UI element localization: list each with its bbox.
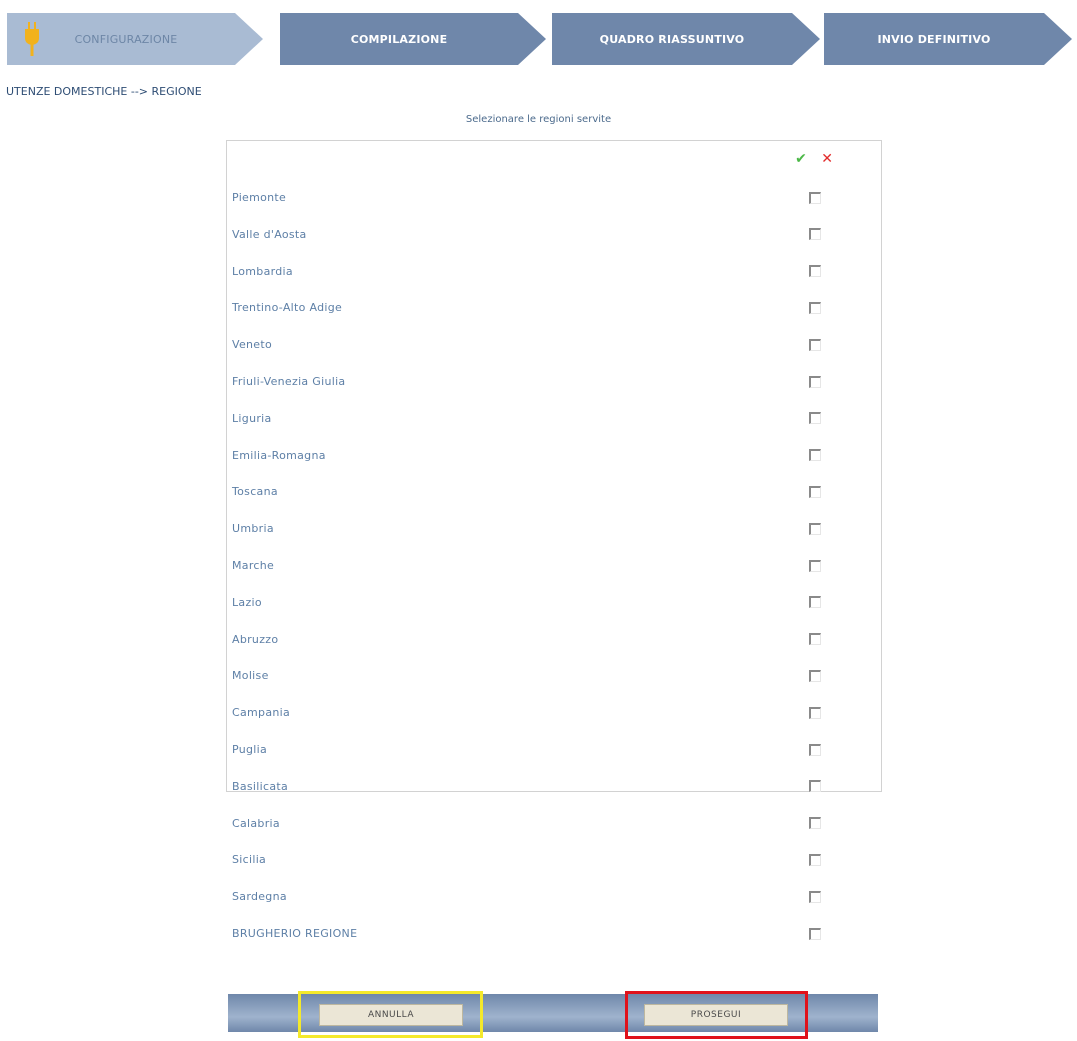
region-label: Marche [232,559,275,572]
region-checkbox[interactable] [809,559,821,572]
region-label: Toscana [232,485,278,499]
region-row: Basilicata [227,768,881,805]
check-all-icon[interactable]: ✔ [795,151,807,167]
region-label: Veneto [232,338,273,352]
highlight-prosegui [625,991,808,1039]
region-row: Campania [227,694,881,731]
region-label: Valle d'Aosta [232,227,307,241]
region-label: Lazio [232,595,262,609]
page-subtitle: Selezionare le regioni servite [465,114,612,125]
step-label: INVIO DEFINITIVO [877,32,991,46]
step-label: QUADRO RIASSUNTIVO [599,32,745,46]
step-invio-definitivo[interactable]: INVIO DEFINITIVO [824,13,1044,65]
region-row: Sicilia [227,841,881,878]
step-arrow [792,13,820,65]
select-controls: ✔ ✕ [795,151,833,167]
region-checkbox[interactable] [809,927,821,940]
region-row: Friuli-Venezia Giulia [227,363,881,400]
step-label: COMPILAZIONE [350,32,448,46]
highlight-annulla [298,991,483,1038]
region-label: Trentino-Alto Adige [232,301,343,315]
region-label: Umbria [232,522,274,536]
step-label: CONFIGURAZIONE [74,32,178,46]
region-checkbox[interactable] [809,706,821,719]
region-label: BRUGHERIO REGIONE [232,927,358,940]
region-row: Trentino-Alto Adige [227,289,881,326]
region-label: Sardegna [232,890,287,904]
region-label: Lombardia [232,264,293,278]
region-checkbox[interactable] [809,191,821,204]
step-arrow [518,13,546,65]
plug-icon [25,22,39,56]
breadcrumb: UTENZE DOMESTICHE --> REGIONE [6,85,202,98]
region-row: Puglia [227,731,881,768]
region-label: Molise [232,669,269,683]
regions-panel: ✔ ✕ Piemonte Valle d'Aosta Lombardia Trenti… [226,140,882,940]
region-checkbox[interactable] [809,817,821,830]
region-label: Sicilia [232,853,267,867]
region-row: Lombardia [227,253,881,290]
region-checkbox[interactable] [809,485,821,498]
region-checkbox[interactable] [809,338,821,351]
region-row: Calabria [227,805,881,842]
region-row: Veneto [227,326,881,363]
region-row: Lazio [227,584,881,621]
region-label: Liguria [232,411,272,425]
region-label: Campania [232,706,291,720]
region-checkbox[interactable] [809,890,821,903]
region-checkbox[interactable] [809,265,821,278]
region-checkbox[interactable] [809,596,821,609]
region-checkbox[interactable] [809,301,821,314]
region-checkbox[interactable] [809,375,821,388]
region-row: Liguria [227,400,881,437]
wizard-steps: CONFIGURAZIONE COMPILAZIONE QUADRO RIASS… [0,0,1077,75]
region-checkbox[interactable] [809,743,821,756]
uncheck-all-icon[interactable]: ✕ [821,151,833,167]
step-quadro-riassuntivo[interactable]: QUADRO RIASSUNTIVO [552,13,792,65]
region-checkbox[interactable] [809,522,821,535]
region-label: Puglia [232,743,268,756]
region-checkbox[interactable] [809,669,821,682]
region-label: Abruzzo [232,632,279,646]
region-checkbox[interactable] [809,780,821,793]
region-checkbox[interactable] [809,412,821,425]
step-configurazione[interactable]: CONFIGURAZIONE [7,13,235,65]
region-checkbox[interactable] [809,449,821,462]
region-row: BRUGHERIO REGIONE [227,915,881,952]
step-arrow [1044,13,1072,65]
region-row: Emilia-Romagna [227,437,881,474]
step-compilazione[interactable]: COMPILAZIONE [280,13,518,65]
region-label: Emilia-Romagna [232,448,326,462]
region-label: Calabria [232,816,280,830]
region-label: Basilicata [232,779,289,793]
region-checkbox[interactable] [809,228,821,241]
region-row: Toscana [227,473,881,510]
region-checkbox[interactable] [809,633,821,646]
region-label: Friuli-Venezia Giulia [232,375,346,388]
region-row: Molise [227,657,881,694]
region-row: Umbria [227,510,881,547]
region-checkbox[interactable] [809,853,821,866]
step-arrow [235,13,263,65]
region-row: Marche [227,547,881,584]
region-row: Abruzzo [227,621,881,658]
region-label: Piemonte [232,191,287,204]
region-row: Valle d'Aosta [227,216,881,253]
region-row: Piemonte [227,179,881,216]
region-row: Sardegna [227,878,881,915]
